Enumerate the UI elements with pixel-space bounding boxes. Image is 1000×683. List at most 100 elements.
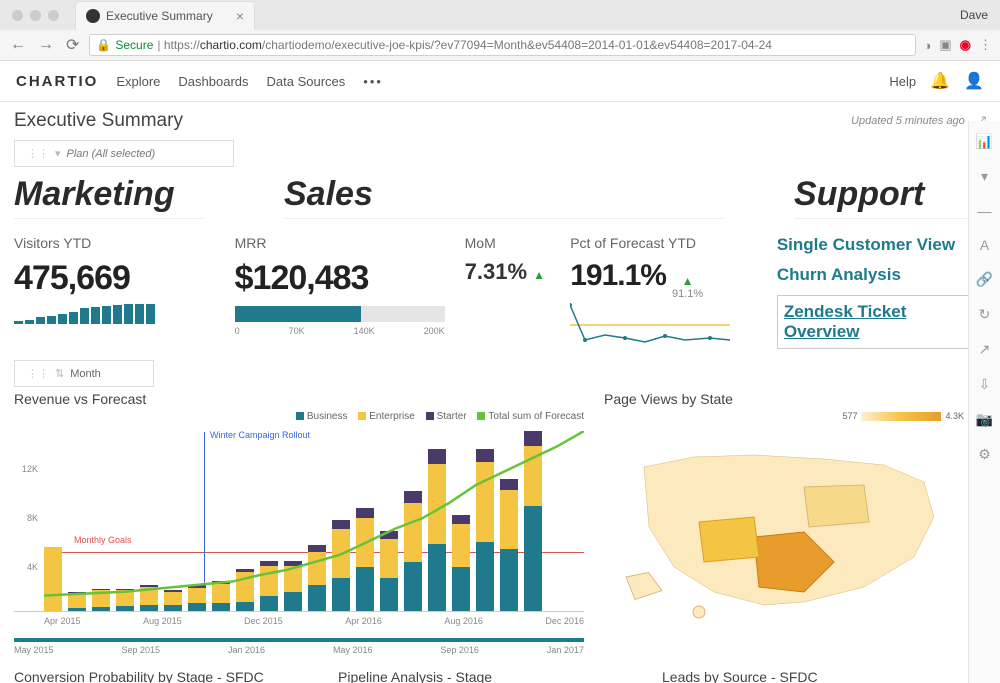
right-toolbar: 📊 ▾ — A 🔗 ↻ ↗ ⇩ 📷 ⚙ — [968, 121, 1000, 683]
mrr-ticks: 0 70K 140K 200K — [235, 326, 445, 336]
pinterest-icon[interactable]: ◉ — [960, 37, 971, 53]
text-icon[interactable]: A — [980, 237, 989, 253]
app-header: CHARTIO Explore Dashboards Data Sources … — [0, 61, 1000, 102]
link-zendesk-overview[interactable]: Zendesk Ticket Overview — [777, 295, 986, 349]
kpi-mrr-value: $120,483 — [235, 259, 445, 298]
logo[interactable]: CHARTIO — [16, 73, 98, 90]
url-path: /chartiodemo/executive-joe-kpis/?ev77094… — [262, 38, 772, 52]
maximize-window-icon[interactable] — [48, 10, 59, 21]
chart-icon[interactable]: 📊 — [976, 133, 993, 150]
slider-icon: ⇅ — [55, 367, 64, 380]
tab-bar: Executive Summary × Dave — [0, 0, 1000, 30]
chart-title: Page Views by State — [604, 391, 964, 407]
legend-item: Business — [307, 411, 348, 422]
minus-icon[interactable]: — — [978, 203, 992, 219]
tick: 0 — [235, 326, 240, 336]
x-tick: Dec 2015 — [244, 616, 283, 626]
lock-icon: 🔒 — [96, 38, 111, 52]
tick: 70K — [289, 326, 305, 336]
chart-title: Revenue vs Forecast — [14, 391, 584, 407]
x-axis: Apr 2015 Aug 2015 Dec 2015 Apr 2016 Aug … — [14, 616, 584, 626]
camera-icon[interactable]: 📷 — [976, 411, 993, 428]
filter-plan-label: Plan (All selected) — [67, 148, 156, 160]
forward-button[interactable]: → — [36, 36, 56, 54]
drag-handle-icon[interactable]: ⋮⋮ — [27, 147, 49, 160]
minimize-window-icon[interactable] — [30, 10, 41, 21]
window-controls[interactable] — [8, 10, 69, 21]
tick: 200K — [424, 326, 445, 336]
map-legend: 577 4.3K — [604, 411, 964, 421]
drag-handle-icon[interactable]: ⋮⋮ — [27, 367, 49, 380]
url-prefix: https:// — [164, 38, 200, 52]
tick: Jan 2017 — [547, 645, 584, 655]
browser-tab[interactable]: Executive Summary × — [75, 1, 255, 30]
legend-item: Total sum of Forecast — [488, 411, 584, 422]
arrow-up-icon: ▲ — [682, 274, 694, 288]
nav-dashboards[interactable]: Dashboards — [178, 74, 248, 89]
bell-icon[interactable]: 🔔 — [930, 71, 950, 91]
dashboard-header: Executive Summary Updated 5 minutes ago … — [0, 102, 1000, 140]
chart-title-conversion: Conversion Probability by Stage - SFDC — [14, 669, 314, 683]
y-tick: 8K — [27, 513, 38, 523]
x-tick: Dec 2016 — [545, 616, 584, 626]
link-icon[interactable]: 🔗 — [976, 271, 993, 288]
chart-legend: Business Enterprise Starter Total sum of… — [14, 411, 584, 422]
kpi-forecast-value: 191.1% — [570, 259, 666, 293]
filter-month[interactable]: ⋮⋮ ⇅ Month — [14, 360, 154, 387]
bars-area — [44, 431, 584, 611]
back-button[interactable]: ← — [8, 36, 28, 54]
us-map[interactable] — [604, 427, 964, 627]
url-input[interactable]: 🔒 Secure | https:// chartio.com /chartio… — [89, 34, 915, 56]
timeline-brush[interactable]: May 2015 Sep 2015 Jan 2016 May 2016 Sep … — [14, 638, 584, 655]
tab-close-icon[interactable]: × — [236, 8, 244, 24]
nav-help[interactable]: Help — [889, 74, 916, 89]
browser-menu-icon[interactable]: ⋮ — [979, 37, 992, 53]
filter-month-label: Month — [70, 368, 101, 380]
legend-item: Enterprise — [369, 411, 415, 422]
filter-icon: ▾ — [55, 147, 61, 160]
filter-plan[interactable]: ⋮⋮ ▾ Plan (All selected) — [14, 140, 234, 167]
chart-revenue-vs-forecast: Revenue vs Forecast Business Enterprise … — [14, 391, 584, 630]
legend-item: Starter — [437, 411, 467, 422]
nav-more-icon[interactable]: ••• — [363, 74, 383, 89]
kpi-forecast-label: Pct of Forecast YTD — [570, 235, 751, 251]
support-links: Single Customer View Churn Analysis Zend… — [777, 235, 986, 350]
chart-plot-area: 12K 8K 4K Monthly Goals Winter Campaign … — [14, 422, 584, 612]
filter-icon[interactable]: ▾ — [981, 168, 988, 185]
kpi-forecast: Pct of Forecast YTD 191.1% ▲ 91.1% — [570, 235, 751, 350]
profile-name[interactable]: Dave — [960, 8, 1000, 22]
extension-icon[interactable]: ◑ — [924, 38, 932, 53]
refresh-icon[interactable]: ↻ — [979, 306, 991, 323]
section-support: Support — [794, 175, 984, 219]
charts-row: Revenue vs Forecast Business Enterprise … — [0, 391, 1000, 630]
tick: Sep 2015 — [121, 645, 160, 655]
link-churn-analysis[interactable]: Churn Analysis — [777, 265, 986, 285]
forecast-sparkline — [570, 300, 730, 350]
gear-icon[interactable]: ⚙ — [978, 446, 991, 463]
gradient-bar — [861, 412, 941, 421]
y-tick: 4K — [27, 562, 38, 572]
kpi-mom-pct: 7.31% — [465, 259, 527, 284]
download-icon[interactable]: ⇩ — [979, 376, 991, 393]
x-tick: Aug 2015 — [143, 616, 182, 626]
reload-button[interactable]: ⟳ — [64, 35, 81, 55]
page-title: Executive Summary — [14, 110, 183, 132]
browser-chrome: Executive Summary × Dave ← → ⟳ 🔒 Secure … — [0, 0, 1000, 61]
mrr-progress-bar — [235, 306, 445, 322]
chart-title-pipeline: Pipeline Analysis - Stage — [338, 669, 638, 683]
share-icon[interactable]: ↗ — [979, 341, 991, 358]
kpi-forecast-sub: 91.1% — [672, 288, 703, 300]
extension-icon[interactable]: ▣ — [939, 37, 951, 53]
link-single-customer-view[interactable]: Single Customer View — [777, 235, 986, 255]
nav-data-sources[interactable]: Data Sources — [267, 74, 346, 89]
visitors-sparkline — [14, 304, 195, 324]
section-marketing: Marketing — [14, 175, 204, 219]
user-icon[interactable]: 👤 — [964, 71, 984, 91]
favicon-icon — [86, 9, 100, 23]
kpi-mom-label: MoM — [465, 235, 551, 251]
close-window-icon[interactable] — [12, 10, 23, 21]
kpi-mom-value: 7.31% ▲ — [465, 259, 551, 285]
kpi-visitors-value: 475,669 — [14, 259, 195, 298]
nav-explore[interactable]: Explore — [116, 74, 160, 89]
legend-min: 577 — [842, 411, 857, 421]
